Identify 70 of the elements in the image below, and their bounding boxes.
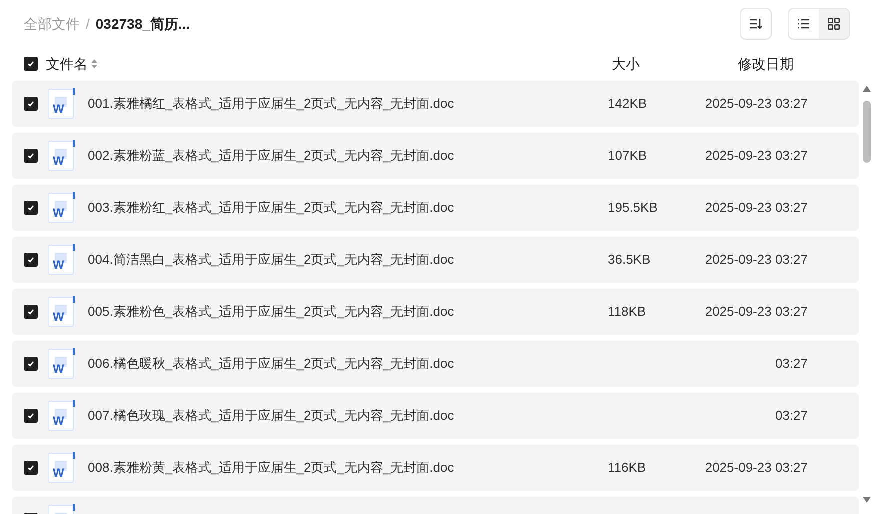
scrollbar-thumb[interactable] [863,101,871,163]
file-size: 118KB [608,304,646,320]
word-document-icon: W [48,401,74,431]
checkbox[interactable] [24,253,38,267]
modified-date: 2025-09-23 03:27 [705,251,808,270]
list-view-button[interactable] [789,9,819,39]
check-icon [27,204,35,212]
list-icon [798,19,810,29]
scroll-down-icon[interactable] [863,497,871,503]
checkbox[interactable] [24,461,38,475]
check-icon [27,360,35,368]
check-icon [27,100,35,108]
file-size: 36.5KB [608,252,651,268]
file-name[interactable]: 001.素雅橘红_表格式_适用于应届生_2页式_无内容_无封面.doc [88,96,454,112]
file-row[interactable]: W 007.橘色玫瑰_表格式_适用于应届生_2页式_无内容_无封面.doc 03:27 [12,393,859,439]
file-row[interactable]: W 003.素雅粉红_表格式_适用于应届生_2页式_无内容_无封面.doc 195.5KB 2025-09-23 03:27 [12,185,859,231]
check-icon [27,60,35,68]
file-row[interactable]: W 004.简洁黑白_表格式_适用于应届生_2页式_无内容_无封面.doc 36.5KB 2025-09-23 03:27 [12,237,859,283]
word-document-icon: W [48,245,74,275]
modified-date: 2025-09-23 03:27 [705,199,808,218]
file-row[interactable]: W 001.素雅橘红_表格式_适用于应届生_2页式_无内容_无封面.doc 142KB 2025-09-23 03:27 [12,81,859,127]
file-size: 116KB [608,460,646,476]
modified-date: 03:27 [775,355,808,374]
modified-date: 2025-09-23 03:27 [705,95,808,114]
file-row[interactable]: W 002.素雅粉蓝_表格式_适用于应届生_2页式_无内容_无封面.doc 107KB 2025-09-23 03:27 [12,133,859,179]
check-icon [27,464,35,472]
checkbox[interactable] [24,305,38,319]
word-document-icon: W [48,453,74,483]
file-name[interactable]: 007.橘色玫瑰_表格式_适用于应届生_2页式_无内容_无封面.doc [88,408,454,424]
modified-date: 2025-09-23 03:27 [705,147,808,166]
file-size: 195.5KB [608,200,658,216]
checkbox[interactable] [24,201,38,215]
file-row[interactable]: W 006.橘色暖秋_表格式_适用于应届生_2页式_无内容_无封面.doc 03:27 [12,341,859,387]
file-size: 107KB [608,148,648,164]
check-icon [27,412,35,420]
sort-button[interactable] [740,8,772,40]
check-icon [27,256,35,264]
file-name[interactable]: 005.素雅粉色_表格式_适用于应届生_2页式_无内容_无封面.doc [88,304,454,320]
word-document-icon: W [48,89,74,119]
file-row[interactable]: W 005.素雅粉色_表格式_适用于应届生_2页式_无内容_无封面.doc 118KB 2025-09-23 03:27 [12,289,859,335]
grid-icon [828,18,840,30]
modified-date: 03:27 [775,407,808,426]
word-document-icon: W [48,349,74,379]
modified-date: 2025-09-23 03:27 [705,459,808,478]
sort-arrows-icon [91,59,98,69]
column-header[interactable]: 文件名 [46,54,88,74]
checkbox[interactable] [24,357,38,371]
check-icon [27,308,35,316]
word-document-icon: W [48,297,74,327]
checkbox[interactable] [24,57,38,71]
file-name[interactable]: 008.素雅粉黄_表格式_适用于应届生_2页式_无内容_无封面.doc [88,460,454,476]
file-name[interactable]: 004.简洁黑白_表格式_适用于应届生_2页式_无内容_无封面.doc [88,252,454,268]
breadcrumb-item: 032738_简历... [96,14,190,34]
checkbox[interactable] [24,149,38,163]
checkbox[interactable] [24,409,38,423]
file-name[interactable]: 003.素雅粉红_表格式_适用于应届生_2页式_无内容_无封面.doc [88,200,454,216]
file-row[interactable]: W 008.素雅粉黄_表格式_适用于应届生_2页式_无内容_无封面.doc 116KB 2025-09-23 03:27 [12,445,859,491]
column-header[interactable]: 大小 [612,54,738,74]
column-header[interactable]: 修改日期 [738,54,794,74]
file-name[interactable]: 002.素雅粉蓝_表格式_适用于应届生_2页式_无内容_无封面.doc [88,148,454,164]
checkbox[interactable] [24,97,38,111]
modified-date: 2025-09-23 03:27 [705,303,808,322]
file-size: 142KB [608,96,648,112]
sort-icon [749,18,763,30]
file-name[interactable]: 006.橘色暖秋_表格式_适用于应届生_2页式_无内容_无封面.doc [88,356,454,372]
word-document-icon: W [48,193,74,223]
check-icon [27,152,35,160]
scroll-up-icon[interactable] [863,86,871,92]
breadcrumb-separator: / [86,14,90,34]
word-document-icon: W [48,141,74,171]
